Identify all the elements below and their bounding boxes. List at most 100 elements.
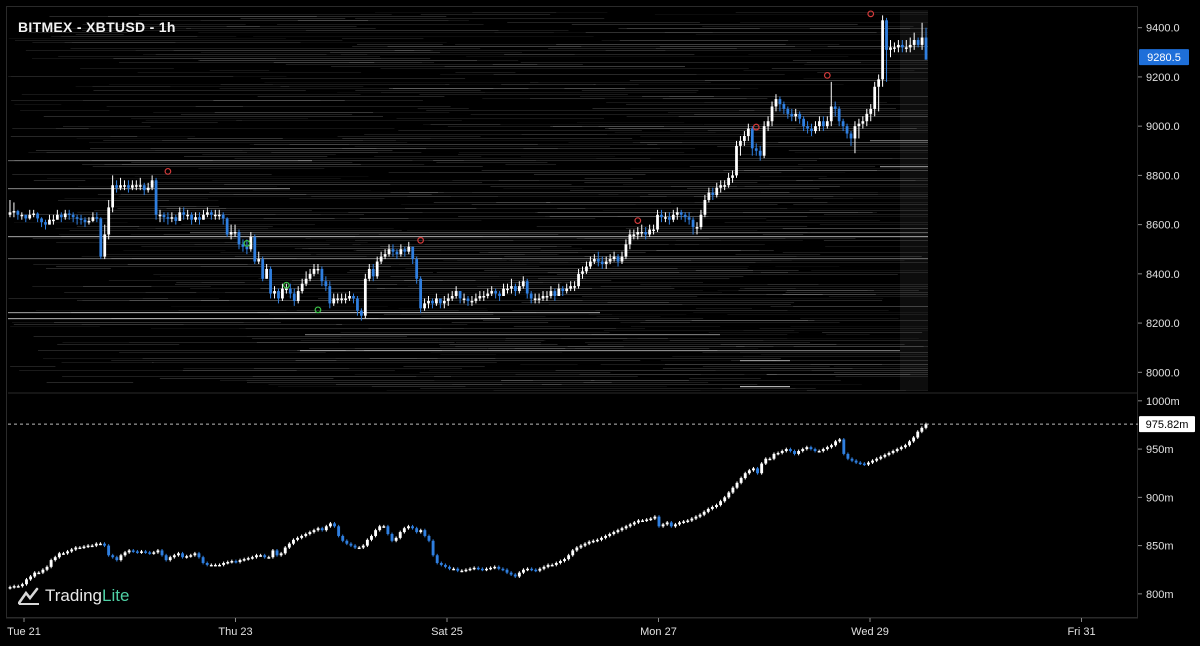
heatmap-line [277, 24, 484, 25]
heatmap-line [186, 28, 376, 29]
time-tick-label: Fri 31 [1067, 626, 1095, 638]
heatmap-line [33, 180, 86, 181]
heatmap-line [759, 176, 827, 177]
heatmap-line [222, 220, 482, 221]
price-candle [28, 214, 32, 219]
price-candle [411, 246, 415, 260]
price-candle [48, 219, 51, 225]
heatmap-line [340, 332, 610, 333]
cvd-candle [316, 528, 320, 531]
cvd-candle [468, 568, 472, 571]
heatmap-line [212, 180, 540, 181]
price-candle [190, 214, 193, 220]
price-candle [170, 217, 174, 219]
cvd-candle [797, 451, 801, 454]
heatmap-line [81, 256, 367, 257]
chart-canvas[interactable]: 9400.0 9200.0 9000.0 8800.0 8600.0 8400.0 8200… [0, 0, 1200, 646]
heatmap-line [273, 62, 375, 63]
price-candle [12, 211, 16, 213]
heatmap-line [556, 44, 786, 45]
liquidity-wall [190, 232, 928, 234]
heatmap-line [354, 146, 610, 147]
cvd-candle [419, 530, 423, 533]
heatmap-line [625, 228, 928, 229]
cvd-candle [25, 579, 28, 585]
heatmap-line [257, 96, 445, 97]
heatmap-line [106, 106, 243, 107]
heatmap-line [340, 54, 575, 55]
cvd-candle [353, 545, 357, 548]
cvd-candle [287, 543, 291, 548]
heatmap-line [287, 296, 447, 297]
cvd-candle [678, 522, 681, 525]
cvd-candle [805, 447, 809, 450]
price-candle [363, 278, 367, 316]
cvd-candle [801, 449, 805, 452]
heatmap-line [398, 264, 527, 265]
price-candle [288, 288, 292, 294]
heatmap-line [622, 340, 764, 341]
heatmap-line [433, 160, 817, 161]
heatmap-line [632, 142, 683, 143]
price-candle [427, 300, 430, 304]
heatmap-line [503, 188, 584, 189]
heatmap-line [523, 148, 661, 149]
price-candle [818, 121, 821, 127]
price-axis[interactable]: 9400.0 9200.0 9000.0 8800.0 8600.0 8400.0 8200… [8, 23, 1195, 601]
heatmap-line [10, 366, 56, 367]
cvd-candle [731, 487, 735, 493]
heatmap-line [735, 12, 928, 13]
cvd-candles [8, 422, 928, 590]
heatmap-line [155, 228, 269, 229]
heatmap-line [104, 164, 425, 165]
heatmap-line [123, 250, 226, 251]
cvd-candle [218, 564, 221, 567]
heatmap-line [176, 282, 245, 283]
heatmap-line [297, 160, 413, 161]
heatmap-line [584, 178, 633, 179]
cvd-candle [694, 516, 698, 519]
heatmap-line [409, 192, 790, 193]
heatmap-line [220, 84, 450, 85]
heatmap-line [535, 212, 858, 213]
cvd-candle [300, 535, 304, 538]
cvd-candle [706, 508, 710, 512]
price-candle [553, 291, 557, 296]
price-tick-label: 8000.0 [1146, 367, 1180, 379]
cvd-candle [460, 570, 464, 573]
cvd-candle [267, 557, 271, 559]
cvd-candle [743, 473, 747, 479]
heatmap-line [14, 104, 62, 105]
heatmap-line [134, 176, 369, 177]
heatmap-line [381, 92, 697, 93]
heatmap-line [253, 144, 538, 145]
price-candle [308, 273, 312, 279]
price-candle [127, 185, 130, 188]
heatmap-line [530, 82, 711, 83]
price-candle [810, 128, 813, 132]
heatmap-line [142, 298, 220, 299]
heatmap-line [404, 280, 476, 281]
cvd-candle [817, 451, 821, 453]
time-axis[interactable]: Tue 21 Thu 23 Sat 25 Mon 27 Wed 29 Fri 31 [6, 617, 1138, 638]
cvd-candle [107, 545, 111, 556]
heatmap-line [444, 66, 685, 67]
price-candle [340, 298, 344, 300]
cvd-candle [645, 519, 649, 522]
price-candle [284, 288, 288, 291]
cvd-candle [924, 424, 928, 428]
heatmap-line [775, 266, 840, 267]
cvd-candle [386, 526, 390, 535]
time-tick-label: Tue 21 [7, 626, 41, 638]
heatmap-line [766, 374, 911, 375]
cvd-candle [846, 453, 850, 459]
price-candle [510, 286, 513, 289]
price-candle [419, 278, 422, 309]
cvd-candle [624, 526, 628, 529]
price-candle [644, 232, 648, 235]
price-candle [565, 288, 569, 292]
heatmap-line [364, 134, 747, 135]
cvd-current-label: 975.82m [1146, 419, 1189, 431]
heatmap-line [253, 36, 594, 37]
heatmap-line [524, 298, 884, 299]
